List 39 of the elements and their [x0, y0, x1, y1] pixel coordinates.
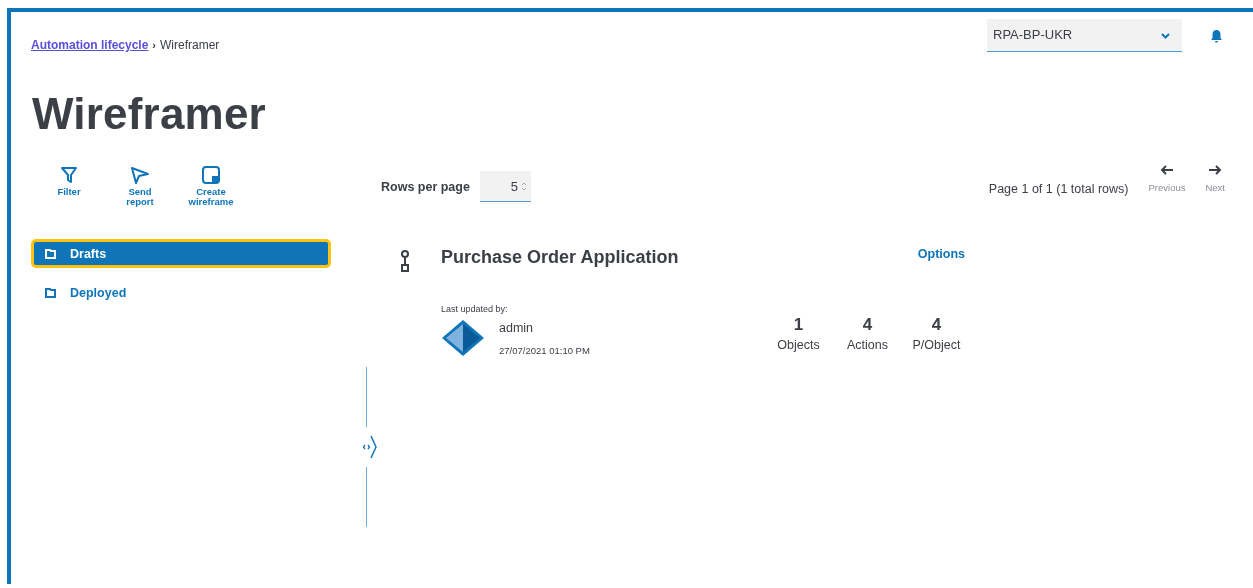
stat-value: 1: [793, 315, 804, 335]
page-title: Wireframer: [32, 88, 267, 140]
send-icon: [130, 165, 150, 185]
stat-label: P/Object: [912, 338, 961, 352]
folder-icon: [45, 248, 56, 259]
environment-dropdown[interactable]: RPA-BP-UKR: [987, 19, 1182, 52]
bell-icon[interactable]: [1210, 28, 1223, 43]
next-button[interactable]: Next: [1205, 165, 1225, 193]
page-summary: Page 1 of 1 (1 total rows): [988, 181, 1129, 196]
stat-label: Objects: [777, 338, 820, 352]
rows-per-page-field[interactable]: 5: [479, 171, 531, 202]
arrow-right-icon: [1208, 165, 1223, 175]
nav-item[interactable]: Drafts: [31, 239, 331, 268]
nav-item[interactable]: Deployed: [31, 278, 331, 307]
previous-button[interactable]: Previous: [1148, 165, 1186, 193]
user-name: admin: [499, 320, 535, 335]
toolbar-button[interactable]: Create wireframe: [186, 165, 236, 207]
stat-value: 4: [931, 315, 942, 335]
options-link[interactable]: Options: [885, 247, 965, 272]
panel-toggle-icon[interactable]: [363, 435, 377, 459]
card-title: Purchase Order Application: [441, 247, 680, 269]
arrow-left-icon: [1159, 165, 1174, 175]
pyramid-avatar-icon: [441, 319, 485, 357]
add-document-icon: [201, 165, 221, 185]
rows-per-page-label: Rows per page: [381, 179, 470, 194]
toolbar-button[interactable]: Filter: [44, 165, 94, 197]
breadcrumb-link[interactable]: Automation lifecycle: [31, 38, 149, 52]
folder-icon: [45, 287, 56, 298]
breadcrumb-current: Wireframer: [160, 38, 220, 52]
updated-label: Last updated by:: [441, 304, 509, 314]
chevron-down-icon: [1161, 33, 1170, 39]
stat-label: Actions: [847, 338, 888, 352]
filter-icon: [59, 165, 79, 185]
updated-date: 27/07/2021 01:10 PM: [499, 344, 590, 356]
breadcrumb-separator: ›: [152, 39, 157, 51]
connector-icon: [400, 250, 410, 272]
spinner-arrows-icon: [520, 180, 527, 192]
toolbar-button[interactable]: Send report: [115, 165, 165, 207]
stat-value: 4: [862, 315, 873, 335]
